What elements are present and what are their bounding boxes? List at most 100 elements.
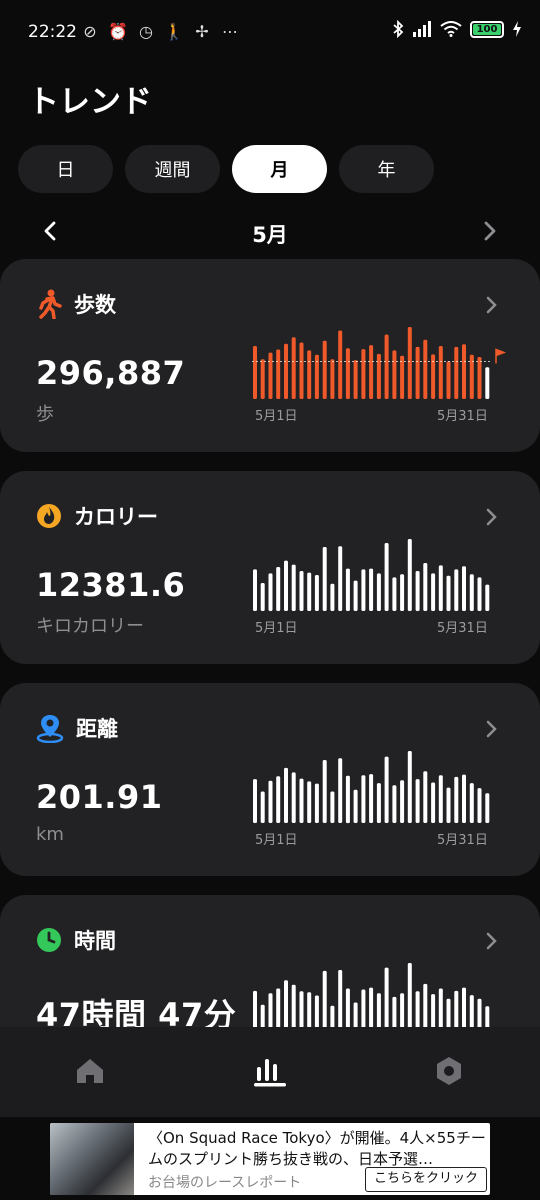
chart-bar <box>477 788 482 823</box>
chart-bar <box>454 569 459 611</box>
trends-icon[interactable] <box>253 1055 287 1087</box>
chart-bar <box>353 789 358 823</box>
chart-bar <box>299 342 304 399</box>
chart-bar <box>307 572 312 611</box>
chevron-right-icon[interactable] <box>480 219 500 243</box>
chart-bar <box>477 357 482 399</box>
chart-bar <box>400 355 405 399</box>
chevron-right-icon <box>486 932 497 950</box>
chart-bar <box>276 776 281 823</box>
period-tabs: 日 週間 月 年 <box>18 145 434 193</box>
chart-bar <box>376 353 381 399</box>
chart-bar <box>361 569 366 611</box>
more-icon: ⋯ <box>222 22 238 41</box>
tab-month[interactable]: 月 <box>232 145 327 193</box>
chart-bar <box>345 568 350 611</box>
calories-unit: キロカロリー <box>36 616 144 637</box>
chart-bar <box>462 344 466 399</box>
tab-year[interactable]: 年 <box>339 145 434 193</box>
chart-bar <box>384 756 389 823</box>
chart-bar <box>376 573 381 611</box>
chart-bar <box>322 760 327 823</box>
chart-bar <box>485 793 490 823</box>
chart-bar <box>462 774 466 823</box>
chart-bar <box>392 785 397 823</box>
chart-bar <box>407 751 412 823</box>
battery-level: 100 <box>476 23 498 35</box>
current-period-label: 5月 <box>252 223 288 247</box>
chart-bar <box>423 339 428 399</box>
chart-bar <box>260 583 265 611</box>
steps-card[interactable]: 歩数 296,887 歩 5月1日 5月31日 <box>0 259 540 452</box>
distance-unit: km <box>36 824 64 845</box>
steps-title: 歩数 <box>74 293 116 317</box>
chart-bar <box>253 569 257 611</box>
chart-bar <box>276 567 281 611</box>
chart-bar <box>384 543 389 611</box>
chart-bar <box>338 970 343 1035</box>
chart-bar <box>438 565 443 611</box>
chart-end-label: 5月31日 <box>437 621 488 636</box>
chart-bar <box>392 350 397 399</box>
ad-title: 〈On Squad Race Tokyo〉が開催。4人×55チームのスプリント勝… <box>148 1129 486 1168</box>
tab-day[interactable]: 日 <box>18 145 113 193</box>
wifi-icon <box>440 21 462 37</box>
duration-title: 時間 <box>74 929 116 953</box>
distance-card[interactable]: 距離 201.91 km 5月1日 5月31日 <box>0 683 540 876</box>
calories-card[interactable]: カロリー 12381.6 キロカロリー 5月1日 5月31日 <box>0 471 540 664</box>
chart-bar <box>268 352 273 399</box>
chart-bar <box>384 334 389 399</box>
chart-bar <box>469 574 474 611</box>
chart-bar <box>299 778 304 823</box>
chart-bar <box>291 337 296 399</box>
signal-icon <box>413 21 431 37</box>
ad-banner[interactable]: 〈On Squad Race Tokyo〉が開催。4人×55チームのスプリント勝… <box>50 1123 490 1195</box>
chart-bar <box>369 774 374 823</box>
chart-bar <box>462 566 466 611</box>
flame-icon <box>37 504 61 528</box>
chart-bar <box>322 340 327 399</box>
chart-bar <box>330 359 335 399</box>
chart-bar <box>268 573 273 611</box>
chart-bar <box>307 350 312 399</box>
chart-bar <box>438 346 443 399</box>
bottom-navigation <box>0 1027 540 1117</box>
muted-icon: ⊘ <box>83 22 97 41</box>
battery-icon: 100 <box>470 20 504 38</box>
chart-bar <box>469 783 474 823</box>
chart-bar <box>284 767 288 823</box>
chart-bar <box>392 577 397 611</box>
calories-title: カロリー <box>74 505 158 529</box>
chart-bar <box>431 573 436 611</box>
chart-bar <box>369 568 374 611</box>
chart-end-label: 5月31日 <box>437 833 488 848</box>
page-title: トレンド <box>28 84 152 120</box>
chart-bar <box>353 360 358 399</box>
clock-time: 22:22 <box>28 22 77 42</box>
steps-total: 296,887 <box>36 354 186 392</box>
chart-bar <box>423 771 428 823</box>
chart-bar <box>446 787 451 823</box>
notification-icons: ⊘ ⏰ ◷ 🚶 ✢ ⋯ <box>80 22 240 41</box>
ad-cta-button[interactable]: こちらをクリック <box>364 1167 487 1192</box>
chart-bar <box>431 782 436 823</box>
chart-bar <box>369 345 374 399</box>
chart-bar <box>284 343 288 399</box>
chart-bar <box>345 775 350 824</box>
chart-bar <box>485 584 490 611</box>
chart-bar <box>314 783 319 823</box>
chart-bar <box>307 781 312 823</box>
alarm-icon: ⏰ <box>108 22 128 41</box>
chart-bar <box>353 580 358 611</box>
chart-bar <box>322 970 327 1035</box>
chart-bar <box>291 772 296 823</box>
chart-bar <box>446 361 451 399</box>
chart-bar <box>400 780 405 823</box>
period-navigator: 5月 <box>0 213 540 253</box>
chart-bar <box>438 775 443 823</box>
home-icon[interactable] <box>74 1055 106 1087</box>
device-settings-icon[interactable] <box>433 1055 465 1087</box>
tab-week[interactable]: 週間 <box>125 145 220 193</box>
chart-bar <box>330 583 335 611</box>
chart-bar <box>338 758 343 823</box>
